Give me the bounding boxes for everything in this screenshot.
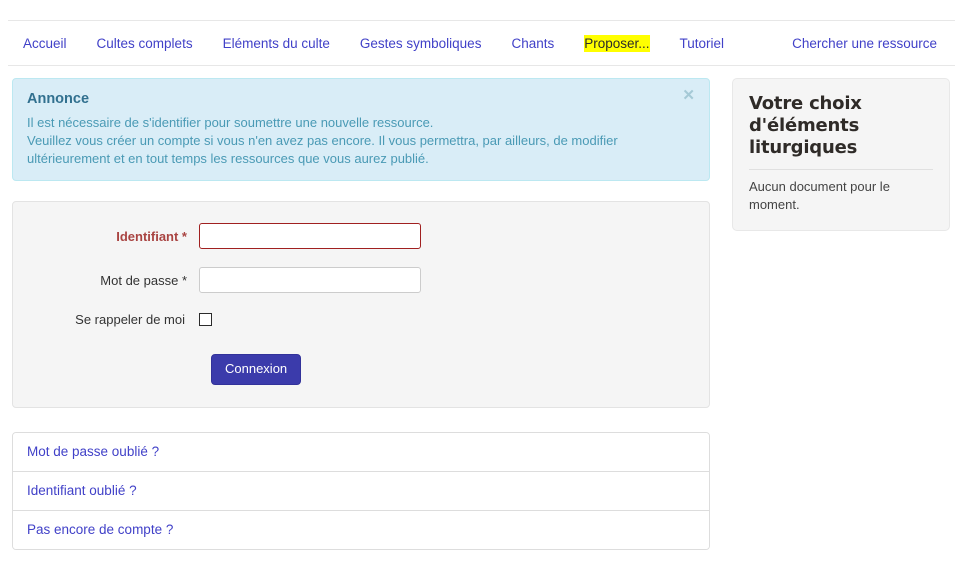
form-row-remember-me: Se rappeler de moi <box>13 311 709 328</box>
close-icon[interactable]: ✕ <box>678 86 699 105</box>
remember-me-label: Se rappeler de moi <box>75 312 185 327</box>
nav-item-proposer[interactable]: Proposer... <box>569 21 664 65</box>
username-label: Identifiant * <box>116 228 187 244</box>
nav-item-elements-du-culte[interactable]: Eléments du culte <box>208 21 345 65</box>
nav-label-cultes-complets: Cultes complets <box>96 36 193 51</box>
link-forgot-password[interactable]: Mot de passe oublié ? <box>13 433 709 472</box>
nav-label-chants: Chants <box>511 36 555 51</box>
nav-item-tutoriel[interactable]: Tutoriel <box>665 21 740 65</box>
nav-link-gestes-symboliques[interactable]: Gestes symboliques <box>345 21 497 65</box>
nav-item-cultes-complets[interactable]: Cultes complets <box>82 21 208 65</box>
form-row-username: Identifiant * <box>13 223 709 249</box>
password-input[interactable] <box>199 267 421 293</box>
nav-link-tutoriel[interactable]: Tutoriel <box>665 21 740 65</box>
link-create-account[interactable]: Pas encore de compte ? <box>13 511 709 549</box>
announcement-line-2: Veuillez vous créer un compte si vous n'… <box>27 133 618 148</box>
login-submit-button[interactable]: Connexion <box>211 354 302 385</box>
announcement-line-3: ultérieurement et en tout temps les ress… <box>27 151 429 166</box>
link-forgot-username[interactable]: Identifiant oublié ? <box>13 472 709 511</box>
form-row-password: Mot de passe * <box>13 267 709 293</box>
main-navigation: Accueil Cultes complets Eléments du cult… <box>8 20 955 66</box>
liturgical-selection-card: Votre choix d'éléments liturgiques Aucun… <box>732 78 950 231</box>
username-input[interactable] <box>199 223 421 249</box>
nav-link-proposer[interactable]: Proposer... <box>569 21 664 65</box>
login-form-panel: Identifiant * Mot de passe * Se rappeler… <box>12 201 710 408</box>
nav-label-tutoriel: Tutoriel <box>679 36 725 51</box>
nav-link-accueil[interactable]: Accueil <box>8 21 82 65</box>
main-column: Annonce Il est nécessaire de s'identifie… <box>12 78 710 550</box>
form-row-submit: Connexion <box>13 354 709 385</box>
sidebar-column: Votre choix d'éléments liturgiques Aucun… <box>732 78 950 231</box>
remember-me-checkbox[interactable] <box>199 313 212 326</box>
help-links-panel: Mot de passe oublié ? Identifiant oublié… <box>12 432 710 550</box>
card-empty-message: Aucun document pour le moment. <box>749 179 890 212</box>
announcement-line-1: Il est nécessaire de s'identifier pour s… <box>27 115 434 130</box>
nav-item-gestes-symboliques[interactable]: Gestes symboliques <box>345 21 497 65</box>
nav-item-accueil[interactable]: Accueil <box>8 21 82 65</box>
nav-item-chercher-une-ressource[interactable]: Chercher une ressource <box>777 21 955 65</box>
nav-link-elements-du-culte[interactable]: Eléments du culte <box>208 21 345 65</box>
nav-list: Accueil Cultes complets Eléments du cult… <box>8 21 955 65</box>
card-title: Votre choix d'éléments liturgiques <box>749 93 862 158</box>
nav-link-chants[interactable]: Chants <box>496 21 569 65</box>
nav-label-elements-du-culte: Eléments du culte <box>222 36 330 51</box>
password-label: Mot de passe * <box>100 272 187 288</box>
announcement-alert: Annonce Il est nécessaire de s'identifie… <box>12 78 710 181</box>
nav-label-proposer: Proposer... <box>584 35 650 52</box>
announcement-body: Il est nécessaire de s'identifier pour s… <box>27 114 695 168</box>
nav-link-chercher-une-ressource[interactable]: Chercher une ressource <box>777 21 955 65</box>
nav-item-chants[interactable]: Chants <box>496 21 569 65</box>
nav-label-gestes-symboliques: Gestes symboliques <box>359 36 482 51</box>
nav-label-chercher-une-ressource: Chercher une ressource <box>792 36 937 51</box>
nav-label-accueil: Accueil <box>23 36 67 51</box>
nav-link-cultes-complets[interactable]: Cultes complets <box>82 21 208 65</box>
announcement-title: Annonce <box>27 91 90 107</box>
card-divider <box>749 169 933 170</box>
